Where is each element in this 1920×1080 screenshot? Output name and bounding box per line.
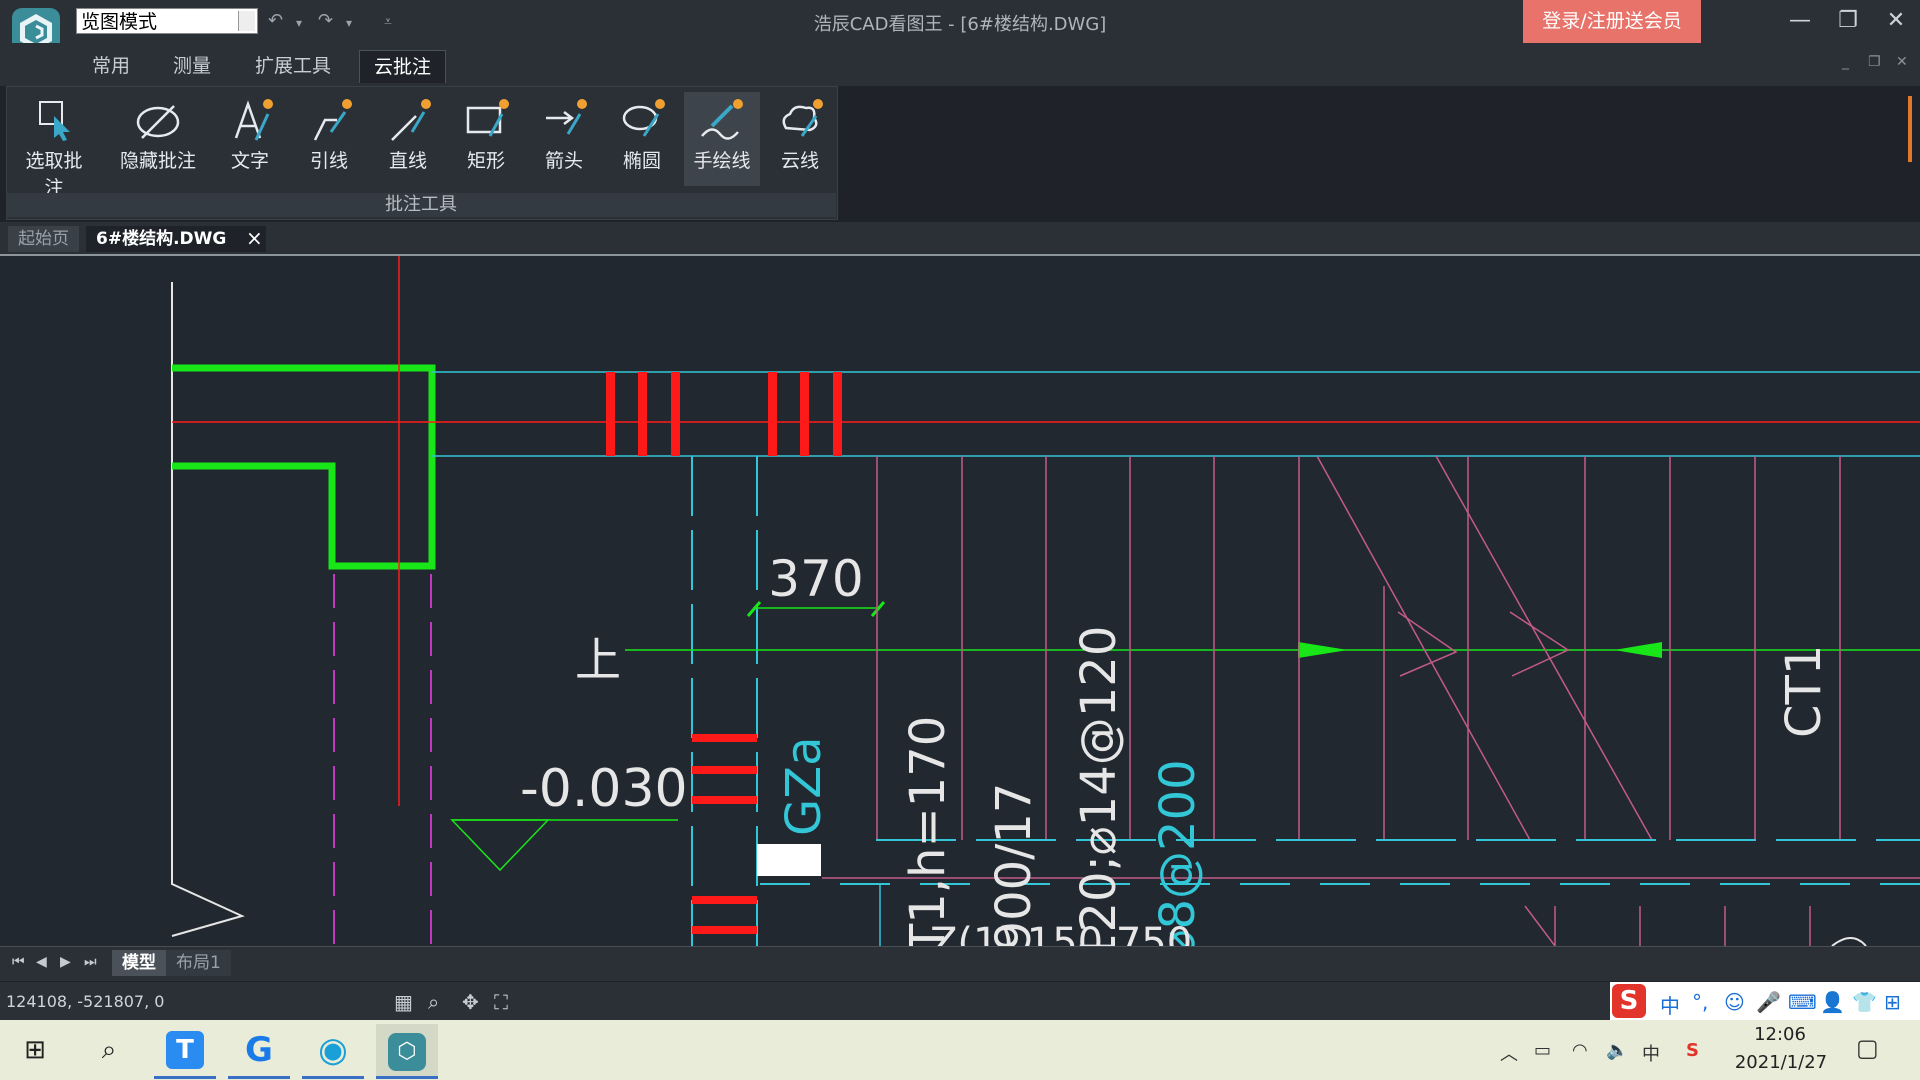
tray-expand-icon[interactable]: ︿ [1500, 1040, 1518, 1066]
gstarcad-viewer-icon[interactable]: ⬡ [376, 1024, 438, 1079]
tab-layout1[interactable]: 布局1 [166, 950, 231, 976]
start-icon[interactable]: ⊞ [4, 1024, 66, 1076]
close-tab-icon[interactable]: × [246, 226, 263, 250]
tab-cloud-annotation[interactable]: 云批注 [359, 50, 447, 83]
hide-annotation-icon [136, 105, 180, 139]
select-annotation-button[interactable]: 选取批注 [18, 92, 90, 199]
edge-icon[interactable]: ◉ [302, 1024, 364, 1079]
tab-extension-tools[interactable]: 扩展工具 [241, 50, 345, 82]
sogou-logo-icon[interactable]: S [1612, 984, 1646, 1018]
green-outline [172, 364, 436, 570]
ime-keyboard-icon[interactable]: ⌨ [1788, 990, 1817, 1014]
ribbon-group-label: 批注工具 [6, 193, 836, 217]
rectangle-button[interactable]: 矩形 [450, 92, 522, 186]
tab-common[interactable]: 常用 [78, 50, 144, 82]
minimize-button[interactable]: — [1778, 2, 1822, 40]
pan-icon[interactable]: ✥ [462, 990, 479, 1014]
doc-restore-icon[interactable]: ❐ [1868, 54, 1881, 70]
break-line [171, 282, 245, 937]
layout-tab-bar [0, 946, 1920, 981]
restore-button[interactable]: ❐ [1826, 2, 1870, 40]
ime-chinese-mode[interactable]: 中 [1660, 990, 1680, 1019]
tab-measure[interactable]: 测量 [159, 50, 225, 82]
tencent-docs-icon[interactable]: T [154, 1024, 216, 1079]
notification-icon[interactable]: ▢ [1856, 1034, 1879, 1062]
white-block [757, 844, 821, 876]
up-label: 上 [575, 633, 621, 687]
label-ct1: CT1 [1776, 645, 1832, 738]
label-gza: GZa [776, 737, 832, 837]
doc-close-icon[interactable]: ✕ [1896, 54, 1908, 70]
search-icon[interactable]: ⌕ [78, 1024, 140, 1076]
ime-toolbox-icon[interactable]: ⊞ [1884, 990, 1901, 1014]
freehand-button[interactable]: 手绘线 [684, 92, 760, 186]
document-tab-bar [0, 222, 1920, 256]
tab-start-page[interactable]: 起始页 [8, 226, 79, 252]
ime-skin-icon[interactable]: 👕 [1852, 990, 1877, 1014]
prev-layout-icon[interactable]: ◀ [36, 954, 47, 970]
ellipse-button[interactable]: 椭圆 [606, 92, 678, 186]
hide-annotation-button[interactable]: 隐藏批注 [118, 92, 198, 186]
coordinates-readout: 124108, -521807, 0 [6, 992, 165, 1011]
first-layout-icon[interactable]: ⏮ [12, 954, 25, 970]
ellipse-icon [622, 99, 665, 137]
text-button[interactable]: 文字 [214, 92, 286, 186]
sogou-tray-icon[interactable]: S [1686, 1040, 1699, 1061]
line-icon [391, 99, 431, 141]
clock-time[interactable]: 12:06 [1740, 1024, 1820, 1045]
drawing-canvas[interactable]: 370 上 -0.030 BT1,h=170 2900/17 ⌀10@120;⌀… [0, 256, 1920, 946]
ime-user-icon[interactable]: 👤 [1820, 990, 1845, 1014]
login-register-button[interactable]: 登录/注册送会员 [1523, 0, 1701, 43]
battery-icon[interactable]: ▭ [1534, 1040, 1551, 1061]
leader-icon [313, 99, 352, 141]
dimension-370: 370 [768, 550, 863, 608]
zoom-icon[interactable]: ⌕ [428, 990, 439, 1014]
text-icon [234, 99, 273, 141]
freehand-icon [701, 99, 743, 140]
tab-drawing-file[interactable]: 6#楼结构.DWG [86, 226, 267, 252]
ime-voice-icon[interactable]: 🎤 [1756, 990, 1781, 1014]
label-bt1: BT1,h=170 [900, 716, 956, 946]
ime-punctuation-icon[interactable]: °, [1692, 990, 1708, 1014]
rebar-marks-top [606, 372, 842, 456]
label-partial: Z(1) 150 750 [930, 920, 1192, 946]
ime-emoji-icon[interactable]: ☺ [1724, 990, 1745, 1014]
ribbon-scrollbar[interactable] [1908, 96, 1912, 162]
tab-drawing-file-label: 6#楼结构.DWG [96, 229, 227, 249]
tab-model[interactable]: 模型 [112, 950, 166, 976]
label-rebar1: ⌀10@120;⌀14@120 [1071, 626, 1127, 946]
doc-minimize-icon[interactable]: _ [1842, 54, 1849, 70]
last-layout-icon[interactable]: ⏭ [84, 954, 97, 970]
next-layout-icon[interactable]: ▶ [60, 954, 71, 970]
close-button[interactable]: ✕ [1874, 2, 1918, 40]
rectangle-icon [466, 99, 509, 137]
volume-icon[interactable]: 🔈 [1606, 1040, 1628, 1061]
ime-language-indicator[interactable]: 中 [1642, 1040, 1660, 1066]
label-rebar2: F⌀8@200 [1150, 759, 1206, 946]
arrow-icon [546, 99, 587, 135]
leader-button[interactable]: 引线 [293, 92, 365, 186]
select-annotation-icon [39, 101, 70, 141]
arrow-button[interactable]: 箭头 [528, 92, 600, 186]
zoom-extents-icon[interactable]: ⛶ [494, 990, 508, 1014]
wifi-icon[interactable]: ◠ [1572, 1040, 1588, 1061]
clock-date[interactable]: 2021/1/27 [1726, 1052, 1836, 1073]
cloud-line-icon [782, 99, 823, 137]
level-label: -0.030 [520, 759, 688, 819]
cloud-line-button[interactable]: 云线 [764, 92, 836, 186]
line-button[interactable]: 直线 [372, 92, 444, 186]
browser-g-icon[interactable]: G [228, 1024, 290, 1079]
grid-icon[interactable]: ▦ [394, 990, 413, 1014]
